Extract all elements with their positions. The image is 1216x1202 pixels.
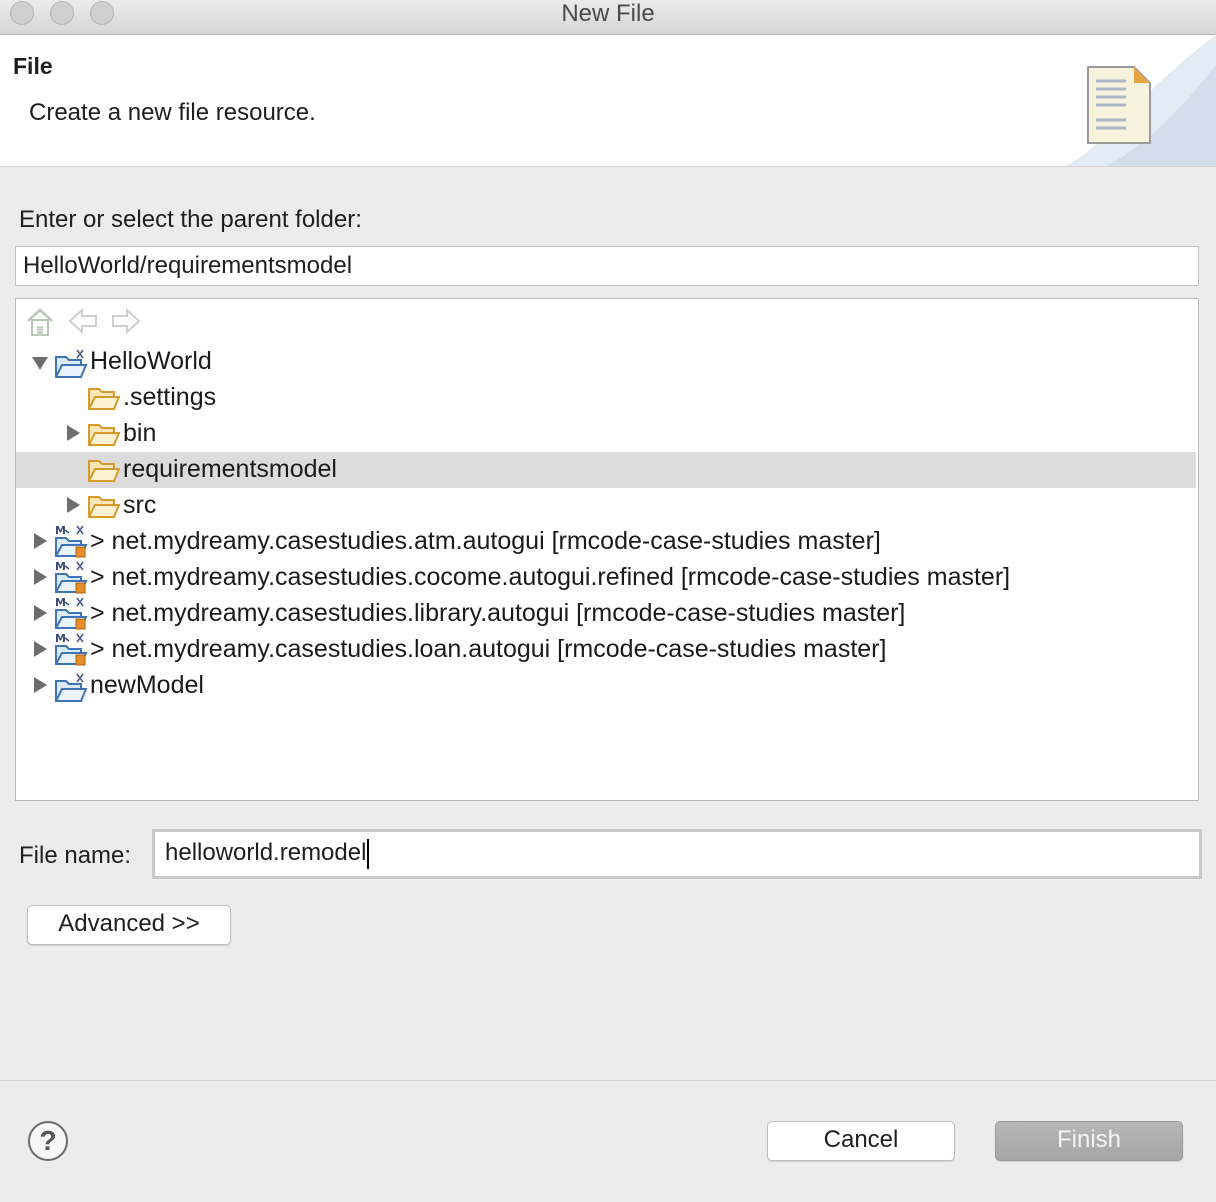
tree-row[interactable]: M > net.mydreamy.casestudies.cocome.auto… bbox=[16, 560, 1196, 596]
folder-icon bbox=[87, 493, 121, 524]
cancel-button[interactable]: Cancel bbox=[767, 1121, 955, 1161]
tree-row-label: .settings bbox=[123, 383, 217, 411]
file-name-label: File name: bbox=[19, 842, 132, 869]
parent-folder-label: Enter or select the parent folder: bbox=[19, 206, 362, 233]
window-title: New File bbox=[561, 0, 655, 27]
tree-row[interactable]: .settings bbox=[16, 380, 1196, 416]
git-java-project-icon: M bbox=[54, 596, 89, 635]
tree-row[interactable]: bin bbox=[16, 416, 1196, 452]
svg-text:M: M bbox=[55, 596, 66, 609]
parent-folder-value: HelloWorld/requirementsmodel bbox=[23, 252, 353, 279]
file-name-value: helloworld.remodel bbox=[165, 839, 367, 866]
folder-tree[interactable]: HelloWorld .settings bin requirementsmod… bbox=[15, 298, 1199, 801]
folder-icon bbox=[87, 421, 121, 452]
project-folder-icon bbox=[54, 673, 89, 708]
wizard-title: File bbox=[13, 53, 53, 79]
svg-text:M: M bbox=[55, 524, 66, 537]
finish-button[interactable]: Finish bbox=[995, 1121, 1183, 1161]
expand-triangle-closed-icon[interactable] bbox=[34, 569, 47, 585]
folder-icon bbox=[87, 457, 121, 488]
tree-row-label: HelloWorld bbox=[90, 347, 212, 375]
svg-text:M: M bbox=[55, 560, 66, 573]
footer-separator bbox=[0, 1080, 1216, 1081]
tree-row-label: bin bbox=[123, 419, 157, 447]
help-icon[interactable]: ? bbox=[28, 1121, 68, 1161]
project-folder-icon bbox=[54, 349, 89, 384]
expand-triangle-closed-icon[interactable] bbox=[67, 425, 80, 441]
tree-row-label: > net.mydreamy.casestudies.cocome.autogu… bbox=[90, 563, 1011, 591]
tree-row[interactable]: src bbox=[16, 488, 1196, 524]
expand-triangle-closed-icon[interactable] bbox=[34, 533, 47, 549]
forward-arrow-icon[interactable] bbox=[111, 307, 141, 335]
expand-triangle-closed-icon[interactable] bbox=[34, 677, 47, 693]
text-cursor bbox=[367, 838, 370, 869]
advanced-button[interactable]: Advanced >> bbox=[27, 905, 231, 945]
tree-row-label: requirementsmodel bbox=[123, 455, 337, 483]
tree-row[interactable]: HelloWorld bbox=[16, 344, 1196, 380]
expand-triangle-closed-icon[interactable] bbox=[34, 641, 47, 657]
git-java-project-icon: M bbox=[54, 632, 89, 671]
tree-row[interactable]: M > net.mydreamy.casestudies.loan.autogu… bbox=[16, 632, 1196, 668]
tree-row-label: src bbox=[123, 491, 157, 519]
tree-row[interactable]: M > net.mydreamy.casestudies.library.aut… bbox=[16, 596, 1196, 632]
file-name-input[interactable]: helloworld.remodel bbox=[152, 829, 1202, 879]
wizard-description: Create a new file resource. bbox=[29, 99, 316, 126]
tree-row[interactable]: newModel bbox=[16, 668, 1196, 704]
expand-triangle-closed-icon[interactable] bbox=[34, 605, 47, 621]
folder-icon bbox=[87, 385, 121, 416]
expand-triangle-closed-icon[interactable] bbox=[67, 497, 80, 513]
wizard-banner: File Create a new file resource. bbox=[0, 35, 1216, 167]
expand-triangle-open-icon[interactable] bbox=[32, 357, 48, 370]
git-java-project-icon: M bbox=[54, 524, 89, 563]
tree-row-label: > net.mydreamy.casestudies.library.autog… bbox=[90, 599, 906, 627]
window-titlebar: New File bbox=[0, 0, 1216, 35]
parent-folder-input[interactable]: HelloWorld/requirementsmodel bbox=[15, 246, 1199, 286]
tree-row[interactable]: requirementsmodel bbox=[16, 452, 1196, 488]
tree-row[interactable]: M > net.mydreamy.casestudies.atm.autogui… bbox=[16, 524, 1196, 560]
tree-row-label: > net.mydreamy.casestudies.atm.autogui [… bbox=[90, 527, 881, 555]
home-icon[interactable] bbox=[26, 307, 54, 337]
new-file-document-icon bbox=[1087, 66, 1151, 144]
tree-row-label: > net.mydreamy.casestudies.loan.autogui … bbox=[90, 635, 887, 663]
back-arrow-icon[interactable] bbox=[68, 307, 98, 335]
tree-row-label: newModel bbox=[90, 671, 204, 699]
git-java-project-icon: M bbox=[54, 560, 89, 599]
svg-text:M: M bbox=[55, 632, 66, 645]
